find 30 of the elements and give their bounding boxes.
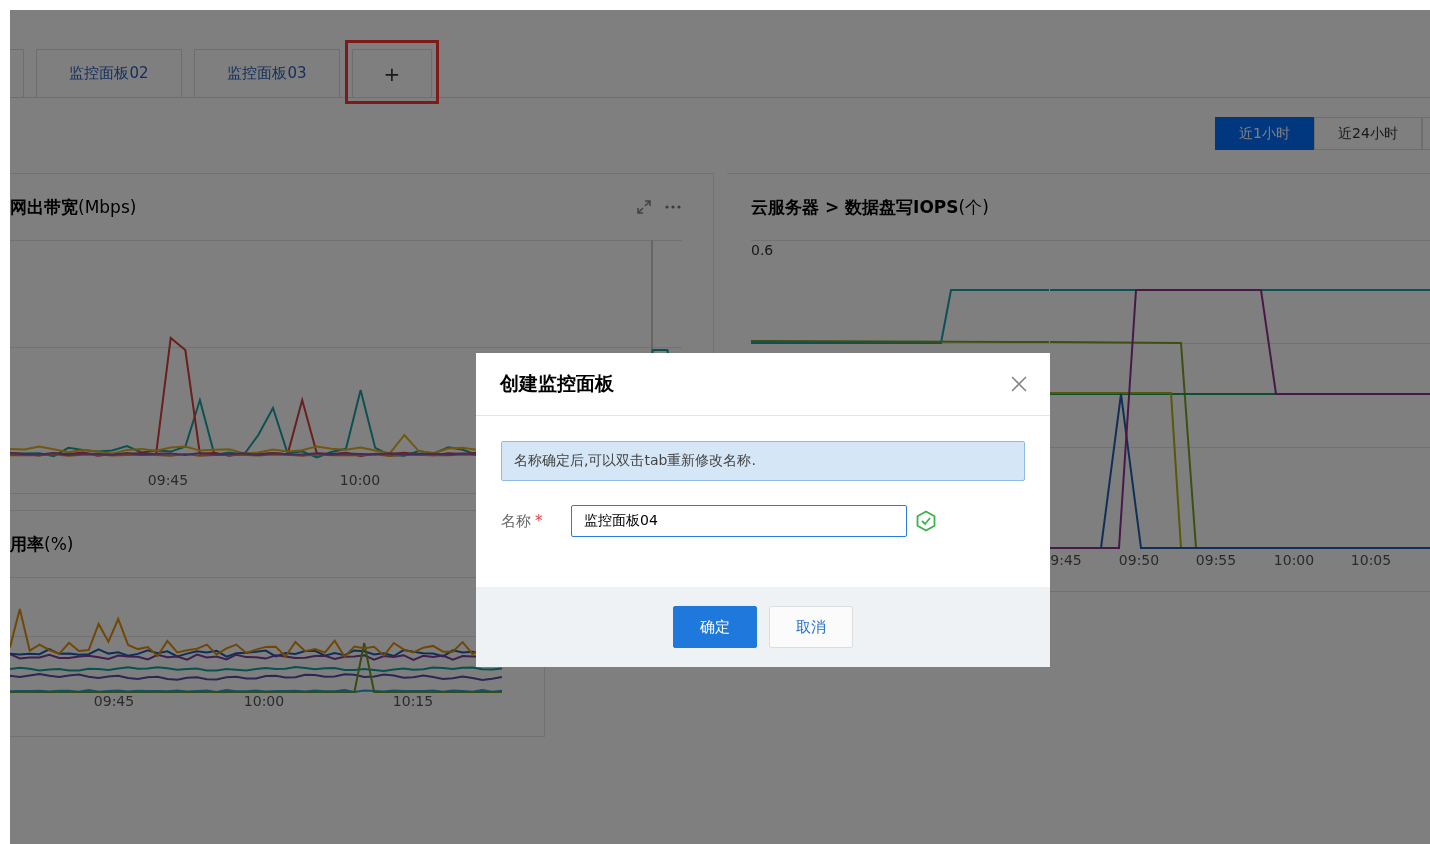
axis-label: 10:00 — [339, 472, 381, 488]
axis-label: 10:05 — [1350, 552, 1392, 568]
axis-label: 09:55 — [1195, 552, 1237, 568]
axis-label: 09:50 — [1118, 552, 1160, 568]
axis-label: 09:45 — [147, 472, 189, 488]
add-tab-button[interactable]: + — [352, 49, 432, 97]
expand-icon[interactable] — [637, 200, 651, 214]
axis-label: 10:00 — [1273, 552, 1315, 568]
info-notice: 名称确定后,可以双击tab重新修改名称. — [501, 441, 1025, 481]
tab[interactable] — [10, 49, 24, 97]
close-button[interactable] — [1010, 375, 1028, 393]
field-label: 名称 * — [501, 511, 544, 531]
time-range-button[interactable]: 近1小时 — [1215, 117, 1314, 150]
time-range-button[interactable]: 近24小时 — [1314, 117, 1422, 150]
close-icon — [1010, 375, 1028, 393]
axis-label: 10:00 — [243, 693, 285, 709]
tab[interactable]: 监控面板02 — [36, 49, 182, 97]
axis-label: 0.6 — [751, 242, 774, 258]
chart-title: 网出带宽(Mbps) — [10, 195, 137, 219]
cancel-button[interactable]: 取消 — [769, 606, 853, 648]
name-input-field[interactable]: 监控面板04 — [571, 505, 907, 537]
chart-title: 用率(%) — [10, 532, 74, 556]
chart-title: 云服务器 > 数据盘写IOPS(个) — [751, 195, 989, 219]
axis-label: 10:15 — [392, 693, 434, 709]
more-icon[interactable] — [665, 205, 681, 209]
tab[interactable]: 监控面板03 — [194, 49, 340, 97]
confirm-button[interactable]: 确定 — [673, 606, 757, 648]
dialog-title: 创建监控面板 — [500, 371, 614, 396]
axis-label: 09:45 — [93, 693, 135, 709]
axis-label: 9:45 — [1050, 552, 1082, 568]
